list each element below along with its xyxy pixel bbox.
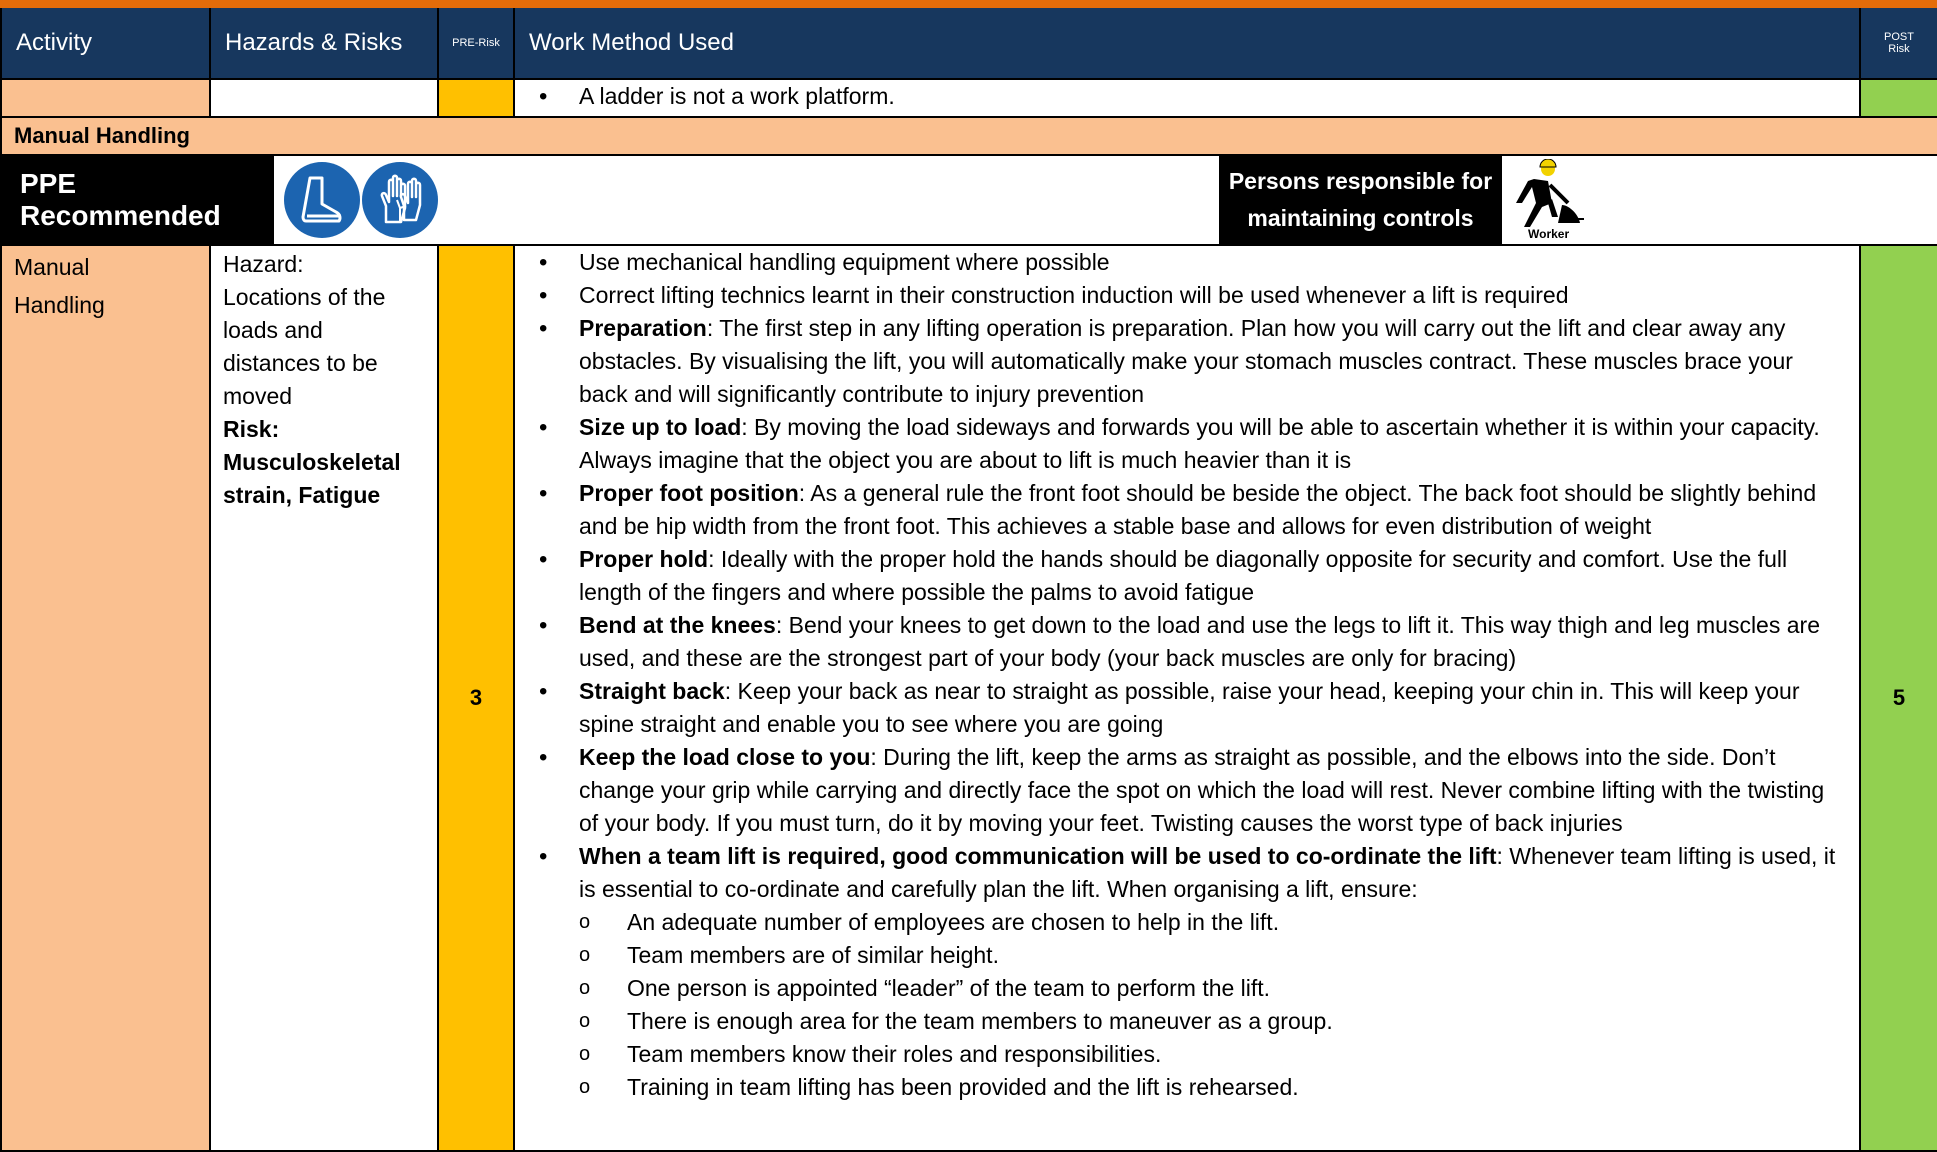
hazard-line: loads and <box>223 317 323 343</box>
section-header-row: Manual Handling <box>0 116 1937 156</box>
method-item: Size up to load: By moving the load side… <box>533 411 1845 477</box>
team-lift-sublist: An adequate number of employees are chos… <box>579 906 1845 1104</box>
method-item: Keep the load close to you: During the l… <box>533 741 1845 840</box>
method-item: Preparation: The first step in any lifti… <box>533 312 1845 411</box>
safety-gloves-icon <box>362 162 438 238</box>
sub-item: There is enough area for the team member… <box>579 1005 1845 1038</box>
persons-line2: maintaining controls <box>1247 205 1474 231</box>
activity-line2: Handling <box>14 292 105 318</box>
section-title: Manual Handling <box>0 116 1937 156</box>
risk-line: Musculoskeletal <box>223 449 401 475</box>
header-activity: Activity <box>0 8 211 80</box>
method-item: Proper foot position: As a general rule … <box>533 477 1845 543</box>
persons-responsible-label: Persons responsible for maintaining cont… <box>1219 156 1502 244</box>
sub-item: Training in team lifting has been provid… <box>579 1071 1845 1104</box>
method-item: Proper hold: Ideally with the proper hol… <box>533 543 1845 609</box>
pre-risk-score: 3 <box>437 244 515 1152</box>
worker-label: Worker <box>1528 227 1570 241</box>
ppe-cell: PPE Recommended <box>0 154 438 246</box>
persons-line1: Persons responsible for <box>1228 168 1493 194</box>
worker-icon <box>1516 159 1584 227</box>
hazard-line: Locations of the <box>223 284 386 310</box>
header-pre-risk: PRE-Risk <box>437 8 515 80</box>
continuation-activity-cell <box>0 78 211 118</box>
method-item: Bend at the knees: Bend your knees to ge… <box>533 609 1845 675</box>
method-list: Use mechanical handling equipment where … <box>533 246 1845 1104</box>
header-post-risk-line1: POST <box>1884 31 1914 43</box>
risk-line: Risk: <box>223 416 280 442</box>
safety-boots-icon <box>284 162 360 238</box>
header-post-risk-line2: Risk <box>1888 43 1910 55</box>
manual-handling-row: Manual Handling Hazard: Locations of the… <box>0 244 1937 1152</box>
header-post-risk: POST Risk <box>1859 8 1937 80</box>
continuation-hazard-cell <box>209 78 439 118</box>
ppe-icons <box>274 156 438 244</box>
method-item: When a team lift is required, good commu… <box>533 840 1845 1104</box>
worker-cell: Worker <box>1502 156 1937 244</box>
method-item: Correct lifting technics learnt in their… <box>533 279 1845 312</box>
sub-item: Team members know their roles and respon… <box>579 1038 1845 1071</box>
sub-item: Team members are of similar height. <box>579 939 1845 972</box>
hazard-label: Hazard: <box>223 251 304 277</box>
hazard-cell: Hazard: Locations of the loads and dista… <box>209 244 439 1152</box>
ppe-row: PPE Recommended Persons responsible for … <box>0 154 1937 246</box>
persons-responsible-cell: Persons responsible for maintaining cont… <box>438 154 1937 246</box>
sub-item: An adequate number of employees are chos… <box>579 906 1845 939</box>
worker-sign: Worker <box>1502 159 1592 241</box>
post-risk-score: 5 <box>1859 244 1937 1152</box>
method-bullet: A ladder is not a work platform. <box>533 80 1845 113</box>
table-header-row: Activity Hazards & Risks PRE-Risk Work M… <box>0 8 1937 80</box>
hazard-line: moved <box>223 383 293 409</box>
method-item: Use mechanical handling equipment where … <box>533 246 1845 279</box>
header-hazards: Hazards & Risks <box>209 8 439 80</box>
work-method-cell: Use mechanical handling equipment where … <box>513 244 1861 1152</box>
sub-item: One person is appointed “leader” of the … <box>579 972 1845 1005</box>
header-work-method: Work Method Used <box>513 8 1861 80</box>
risk-line: strain, Fatigue <box>223 482 381 508</box>
continuation-method-cell: A ladder is not a work platform. <box>513 78 1861 118</box>
risk-assessment-table: Activity Hazards & Risks PRE-Risk Work M… <box>0 8 1937 1152</box>
ppe-label: PPE Recommended <box>2 156 274 244</box>
continuation-post-risk-cell <box>1859 78 1937 118</box>
activity-cell: Manual Handling <box>0 244 211 1152</box>
continuation-pre-risk-cell <box>437 78 515 118</box>
method-item: Straight back: Keep your back as near to… <box>533 675 1845 741</box>
top-accent-bar <box>0 0 1937 8</box>
activity-line1: Manual <box>14 254 90 280</box>
hazard-line: distances to be <box>223 350 378 376</box>
continuation-row: A ladder is not a work platform. <box>0 78 1937 118</box>
